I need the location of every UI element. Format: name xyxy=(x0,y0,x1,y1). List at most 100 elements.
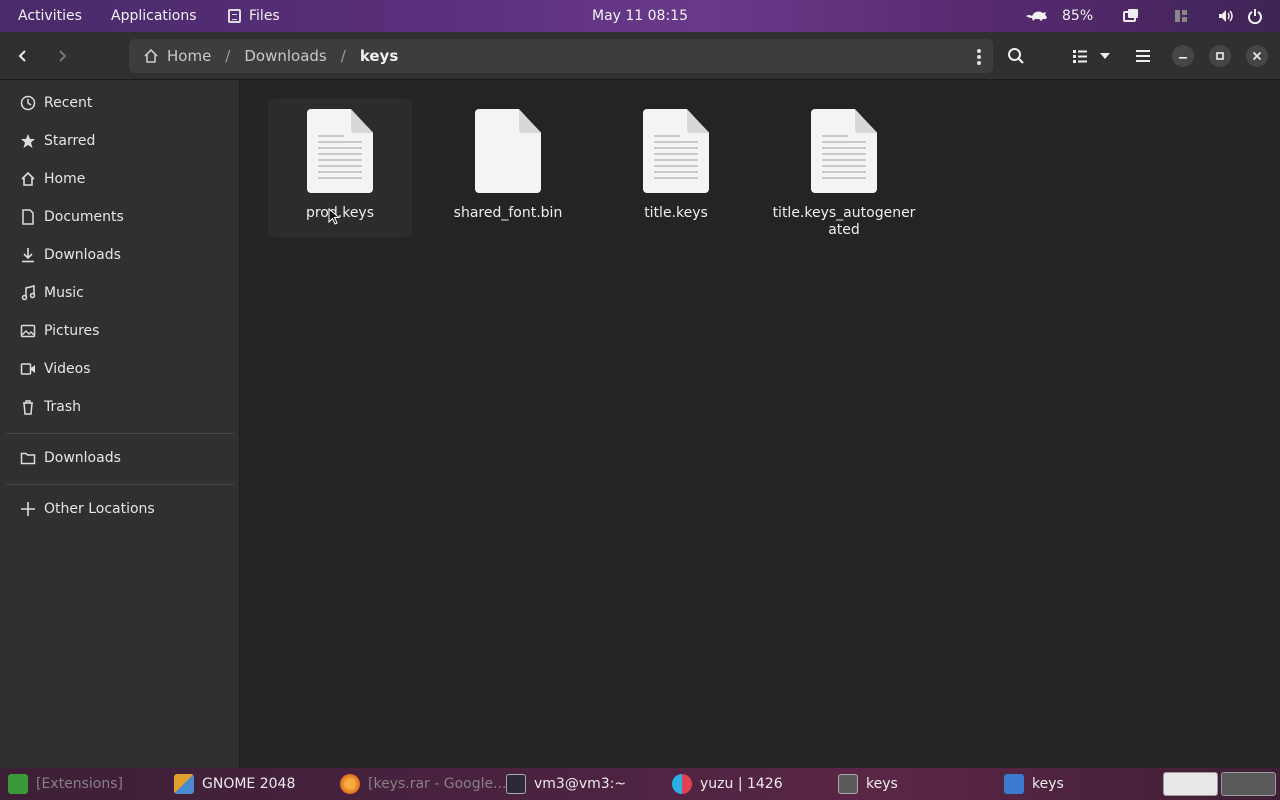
workspace-icon[interactable] xyxy=(1173,8,1189,24)
task-label: [keys.rar - Google... xyxy=(368,776,507,792)
sidebar-item-label: Videos xyxy=(44,361,91,377)
sidebar-item-label: Music xyxy=(44,285,84,301)
view-options-button[interactable] xyxy=(1091,40,1119,72)
maximize-button[interactable] xyxy=(1209,45,1231,67)
path-bar: Home / Downloads / keys xyxy=(129,39,993,73)
task-label: yuzu | 1426 xyxy=(700,776,783,792)
file-item[interactable]: shared_font.bin xyxy=(436,98,580,238)
breadcrumb-keys[interactable]: keys xyxy=(360,47,398,65)
firefox-icon xyxy=(340,774,360,794)
file-name: title.keys_autogenerated xyxy=(772,205,916,238)
plus-icon xyxy=(21,502,35,516)
maximize-icon xyxy=(1216,52,1224,60)
app-menu-files[interactable]: Files xyxy=(228,0,280,32)
sidebar-item-label: Other Locations xyxy=(44,501,155,517)
file-name: title.keys xyxy=(644,205,708,221)
breadcrumb-downloads[interactable]: Downloads xyxy=(244,47,326,65)
breadcrumb-home[interactable]: Home xyxy=(143,47,211,65)
task-gnome-2048[interactable]: GNOME 2048 xyxy=(174,768,295,800)
workspace-2[interactable] xyxy=(1221,772,1276,796)
sidebar-item-label: Trash xyxy=(44,399,81,415)
power-icon[interactable] xyxy=(1247,8,1263,24)
music-icon xyxy=(21,285,36,301)
sidebar-bookmark-downloads[interactable]: Downloads xyxy=(6,440,234,476)
sidebar-item-other-locations[interactable]: Other Locations xyxy=(6,491,234,527)
folder-icon xyxy=(20,452,36,465)
task-label: keys xyxy=(866,776,898,792)
sidebar-item-trash[interactable]: Trash xyxy=(6,389,234,425)
sidebar-item-label: Recent xyxy=(44,95,93,111)
back-button[interactable] xyxy=(6,40,40,72)
terminal-icon xyxy=(506,774,526,794)
sidebar-divider xyxy=(6,484,234,485)
task-extensions[interactable]: [Extensions] xyxy=(8,768,123,800)
battery-label: 85% xyxy=(1062,8,1094,24)
sidebar-item-label: Pictures xyxy=(44,323,100,339)
chevron-right-icon xyxy=(59,50,67,62)
task-firefox[interactable]: [keys.rar - Google... xyxy=(340,768,506,800)
task-label: keys xyxy=(1032,776,1064,792)
download-icon xyxy=(22,248,34,263)
mouse-cursor-icon xyxy=(328,208,340,225)
activities-button[interactable]: Activities xyxy=(18,0,82,32)
applications-label: Applications xyxy=(111,8,197,24)
workspace-1[interactable] xyxy=(1163,772,1218,796)
minimize-button[interactable] xyxy=(1172,45,1194,67)
file-name: prod.keys xyxy=(305,205,375,221)
picture-icon xyxy=(20,324,36,338)
sidebar-item-videos[interactable]: Videos xyxy=(6,351,234,387)
file-item[interactable]: title.keys xyxy=(604,98,748,238)
task-text-editor-keys[interactable]: keys xyxy=(1004,768,1064,800)
chevron-down-icon xyxy=(1100,53,1110,59)
sidebar-item-label: Downloads xyxy=(44,450,121,466)
files-icon xyxy=(838,774,858,794)
task-label: GNOME 2048 xyxy=(202,776,296,792)
gnome-2048-icon xyxy=(174,774,194,794)
sidebar-item-recent[interactable]: Recent xyxy=(6,85,234,121)
task-terminal[interactable]: vm3@vm3:~ xyxy=(506,768,626,800)
files-app-icon xyxy=(228,9,241,23)
task-label: [Extensions] xyxy=(36,776,123,792)
applications-menu[interactable]: Applications xyxy=(111,0,197,32)
sidebar-item-label: Downloads xyxy=(44,247,121,263)
sidebar-item-label: Documents xyxy=(44,209,124,225)
task-yuzu[interactable]: yuzu | 1426 xyxy=(672,768,783,800)
clock-icon xyxy=(20,95,36,111)
forward-button[interactable] xyxy=(45,40,79,72)
file-view[interactable]: prod.keys shared_font.bin title.keys tit… xyxy=(241,80,1280,768)
hamburger-icon xyxy=(1136,50,1150,62)
volume-icon[interactable] xyxy=(1218,8,1234,24)
clipboard-icon[interactable] xyxy=(1123,8,1139,24)
battery-indicator[interactable]: 85% xyxy=(1062,0,1093,32)
breadcrumb-label: Home xyxy=(167,47,212,65)
sidebar-item-pictures[interactable]: Pictures xyxy=(6,313,234,349)
sidebar-item-music[interactable]: Music xyxy=(6,275,234,311)
text-editor-icon xyxy=(1004,774,1024,794)
file-name: shared_font.bin xyxy=(453,205,563,221)
task-label: vm3@vm3:~ xyxy=(534,776,627,792)
sidebar-item-starred[interactable]: Starred xyxy=(6,123,234,159)
binary-file-icon xyxy=(475,109,541,193)
taskbar: [Extensions] GNOME 2048 [keys.rar - Goog… xyxy=(0,768,1280,800)
rat-icon[interactable] xyxy=(1024,8,1050,24)
sidebar-item-downloads[interactable]: Downloads xyxy=(6,237,234,273)
task-files-keys[interactable]: keys xyxy=(838,768,898,800)
puzzle-icon xyxy=(8,774,28,794)
main-menu-button[interactable] xyxy=(1126,40,1160,72)
sidebar-item-documents[interactable]: Documents xyxy=(6,199,234,235)
sidebar-item-label: Home xyxy=(44,171,86,187)
clock-label[interactable]: May 11 08:15 xyxy=(592,8,688,24)
search-button[interactable] xyxy=(999,40,1033,72)
breadcrumb-label: Downloads xyxy=(244,47,327,65)
breadcrumb-separator: / xyxy=(225,47,231,65)
sidebar-item-home[interactable]: Home xyxy=(6,161,234,197)
document-icon xyxy=(22,209,34,225)
header-bar: Home / Downloads / keys xyxy=(0,32,1280,80)
file-item[interactable]: title.keys_autogenerated xyxy=(772,98,916,238)
file-item[interactable]: prod.keys xyxy=(268,98,412,238)
minimize-icon xyxy=(1179,57,1187,59)
close-button[interactable] xyxy=(1246,45,1268,67)
activities-label: Activities xyxy=(18,8,82,24)
trash-icon xyxy=(23,400,33,415)
path-menu-button[interactable] xyxy=(977,49,981,65)
